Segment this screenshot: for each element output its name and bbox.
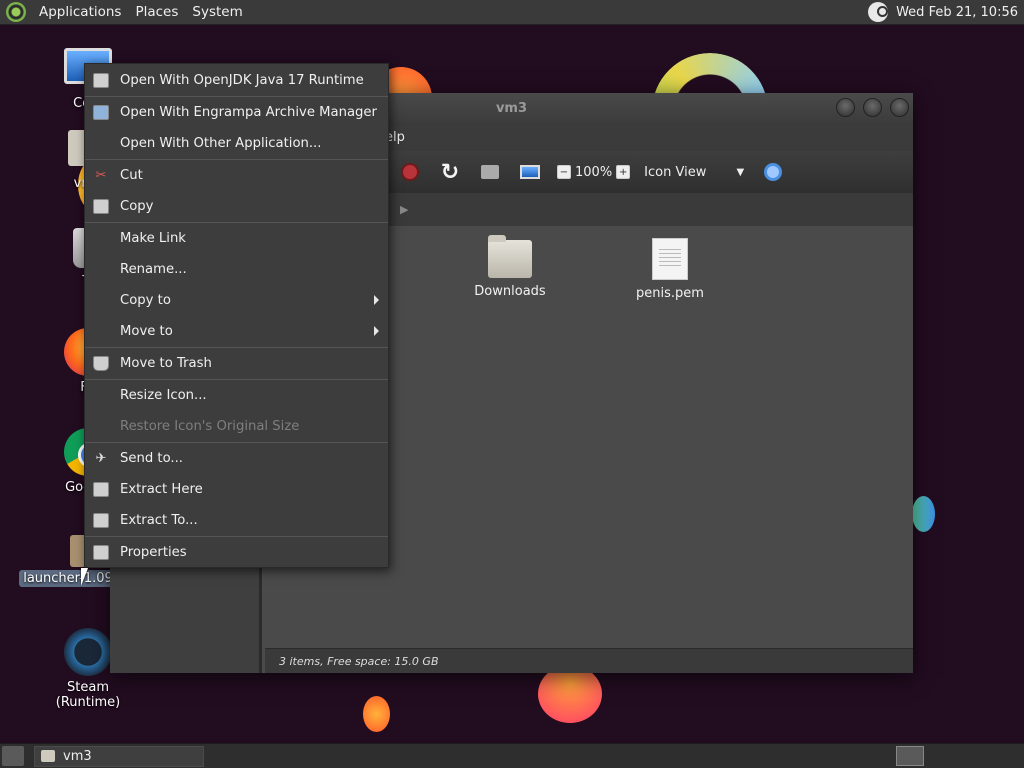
steam-tray-icon[interactable] <box>868 2 889 22</box>
send-icon: ✈ <box>95 451 107 466</box>
search-icon <box>764 163 783 181</box>
menu-item-open-with-other[interactable]: Open With Other Application... <box>85 128 388 159</box>
menu-item-label: Copy <box>120 199 154 214</box>
minimize-button[interactable] <box>836 98 855 117</box>
view-mode-select[interactable]: Icon View ▼ <box>640 157 750 187</box>
menu-item-properties[interactable]: Properties <box>85 537 388 568</box>
taskbar-window-button[interactable]: vm3 <box>34 745 204 767</box>
breadcrumb-arrow-icon[interactable]: ▶ <box>400 203 408 216</box>
show-desktop-icon[interactable] <box>2 746 24 766</box>
extract-icon <box>93 513 109 528</box>
zoom-control: − 100% + <box>553 157 634 187</box>
window-title: vm3 <box>495 100 528 116</box>
file-item[interactable]: Downloads <box>455 235 565 299</box>
wallpaper-blob <box>912 496 935 532</box>
menu-item-label: Extract To... <box>120 513 198 528</box>
dropdown-arrow-icon: ▼ <box>736 166 745 178</box>
scissors-icon: ✂ <box>95 168 107 183</box>
menu-item-label: Copy to <box>120 293 171 308</box>
folder-icon <box>488 235 532 278</box>
view-mode-label: Icon View <box>644 164 707 180</box>
archive-manager-icon <box>93 105 109 120</box>
status-text: 3 items, Free space: 15.0 GB <box>279 654 439 668</box>
document-icon <box>652 238 688 280</box>
menu-item-move-to-trash[interactable]: Move to Trash <box>85 348 388 379</box>
menu-item-label: Cut <box>120 168 143 183</box>
menu-system[interactable]: System <box>185 4 249 20</box>
menu-item-label: Open With Other Application... <box>120 136 322 151</box>
menu-item-label: Move to <box>120 324 173 339</box>
menu-item-extract-here[interactable]: Extract Here <box>85 474 388 505</box>
maximize-button[interactable] <box>863 98 882 117</box>
menu-item-label: Extract Here <box>120 482 203 497</box>
menu-item-label: Make Link <box>120 231 186 246</box>
menu-item-extract-to[interactable]: Extract To... <box>85 505 388 536</box>
menu-item-copy[interactable]: Copy <box>85 191 388 222</box>
file-name: Downloads <box>474 284 546 299</box>
clock[interactable]: Wed Feb 21, 10:56 <box>896 5 1018 20</box>
stop-icon <box>401 163 419 181</box>
submenu-arrow-icon <box>374 326 379 336</box>
menu-item-label: Restore Icon's Original Size <box>120 419 300 434</box>
top-panel: Applications Places System Wed Feb 21, 1… <box>0 0 1024 25</box>
zoom-level: 100% <box>575 164 613 180</box>
menu-item-rename[interactable]: Rename... <box>85 254 388 285</box>
search-button[interactable] <box>756 157 790 187</box>
workspace-switcher[interactable] <box>896 746 924 766</box>
menu-item-label: Open With Engrampa Archive Manager <box>120 105 377 120</box>
menu-item-copy-to[interactable]: Copy to <box>85 285 388 316</box>
zoom-out-button[interactable]: − <box>557 165 571 179</box>
taskbar-window-label: vm3 <box>63 748 92 764</box>
wallpaper-blob <box>363 696 390 732</box>
submenu-arrow-icon <box>374 295 379 305</box>
menu-applications[interactable]: Applications <box>32 4 128 20</box>
file-name: penis.pem <box>636 286 704 301</box>
context-menu: Open With OpenJDK Java 17 Runtime Open W… <box>84 63 389 568</box>
zoom-in-button[interactable]: + <box>616 165 631 179</box>
home-icon <box>481 165 499 179</box>
menu-item-open-with-java[interactable]: Open With OpenJDK Java 17 Runtime <box>85 65 388 96</box>
menu-item-restore-icon-size: Restore Icon's Original Size <box>85 411 388 442</box>
desktop-icon-label: launcher-1.09 <box>19 570 117 587</box>
menu-item-label: Move to Trash <box>120 356 212 371</box>
mouse-cursor-icon <box>81 568 88 586</box>
menu-item-label: Send to... <box>120 451 183 466</box>
menu-item-label: Properties <box>120 545 187 560</box>
menu-item-send-to[interactable]: ✈ Send to... <box>85 443 388 474</box>
file-item[interactable]: penis.pem <box>615 238 725 301</box>
mate-logo-icon[interactable] <box>6 2 26 22</box>
menu-item-make-link[interactable]: Make Link <box>85 223 388 254</box>
folder-icon <box>41 750 55 762</box>
menu-item-label: Open With OpenJDK Java 17 Runtime <box>120 73 364 88</box>
menu-places[interactable]: Places <box>128 4 185 20</box>
wallpaper-blob <box>538 665 602 723</box>
steam-icon <box>64 628 112 676</box>
trash-icon <box>93 356 109 371</box>
bottom-panel: vm3 <box>0 743 1024 768</box>
java-icon <box>93 73 109 88</box>
menu-item-label: Resize Icon... <box>120 388 207 403</box>
menu-item-cut[interactable]: ✂ Cut <box>85 160 388 191</box>
menu-item-resize-icon[interactable]: Resize Icon... <box>85 380 388 411</box>
status-bar: 3 items, Free space: 15.0 GB <box>265 648 913 673</box>
reload-icon: ↻ <box>440 159 460 185</box>
reload-button[interactable]: ↻ <box>433 157 467 187</box>
stop-button[interactable] <box>393 157 427 187</box>
computer-button[interactable] <box>513 157 547 187</box>
extract-icon <box>93 482 109 497</box>
properties-icon <box>93 545 109 560</box>
menu-item-label: Rename... <box>120 262 187 277</box>
close-button[interactable] <box>890 98 909 117</box>
copy-icon <box>93 199 109 214</box>
desktop-icon-label: Steam (Runtime) <box>55 680 121 710</box>
computer-icon <box>520 165 540 179</box>
menu-item-move-to[interactable]: Move to <box>85 316 388 347</box>
home-button[interactable] <box>473 157 507 187</box>
menu-item-open-with-engrampa[interactable]: Open With Engrampa Archive Manager <box>85 97 388 128</box>
